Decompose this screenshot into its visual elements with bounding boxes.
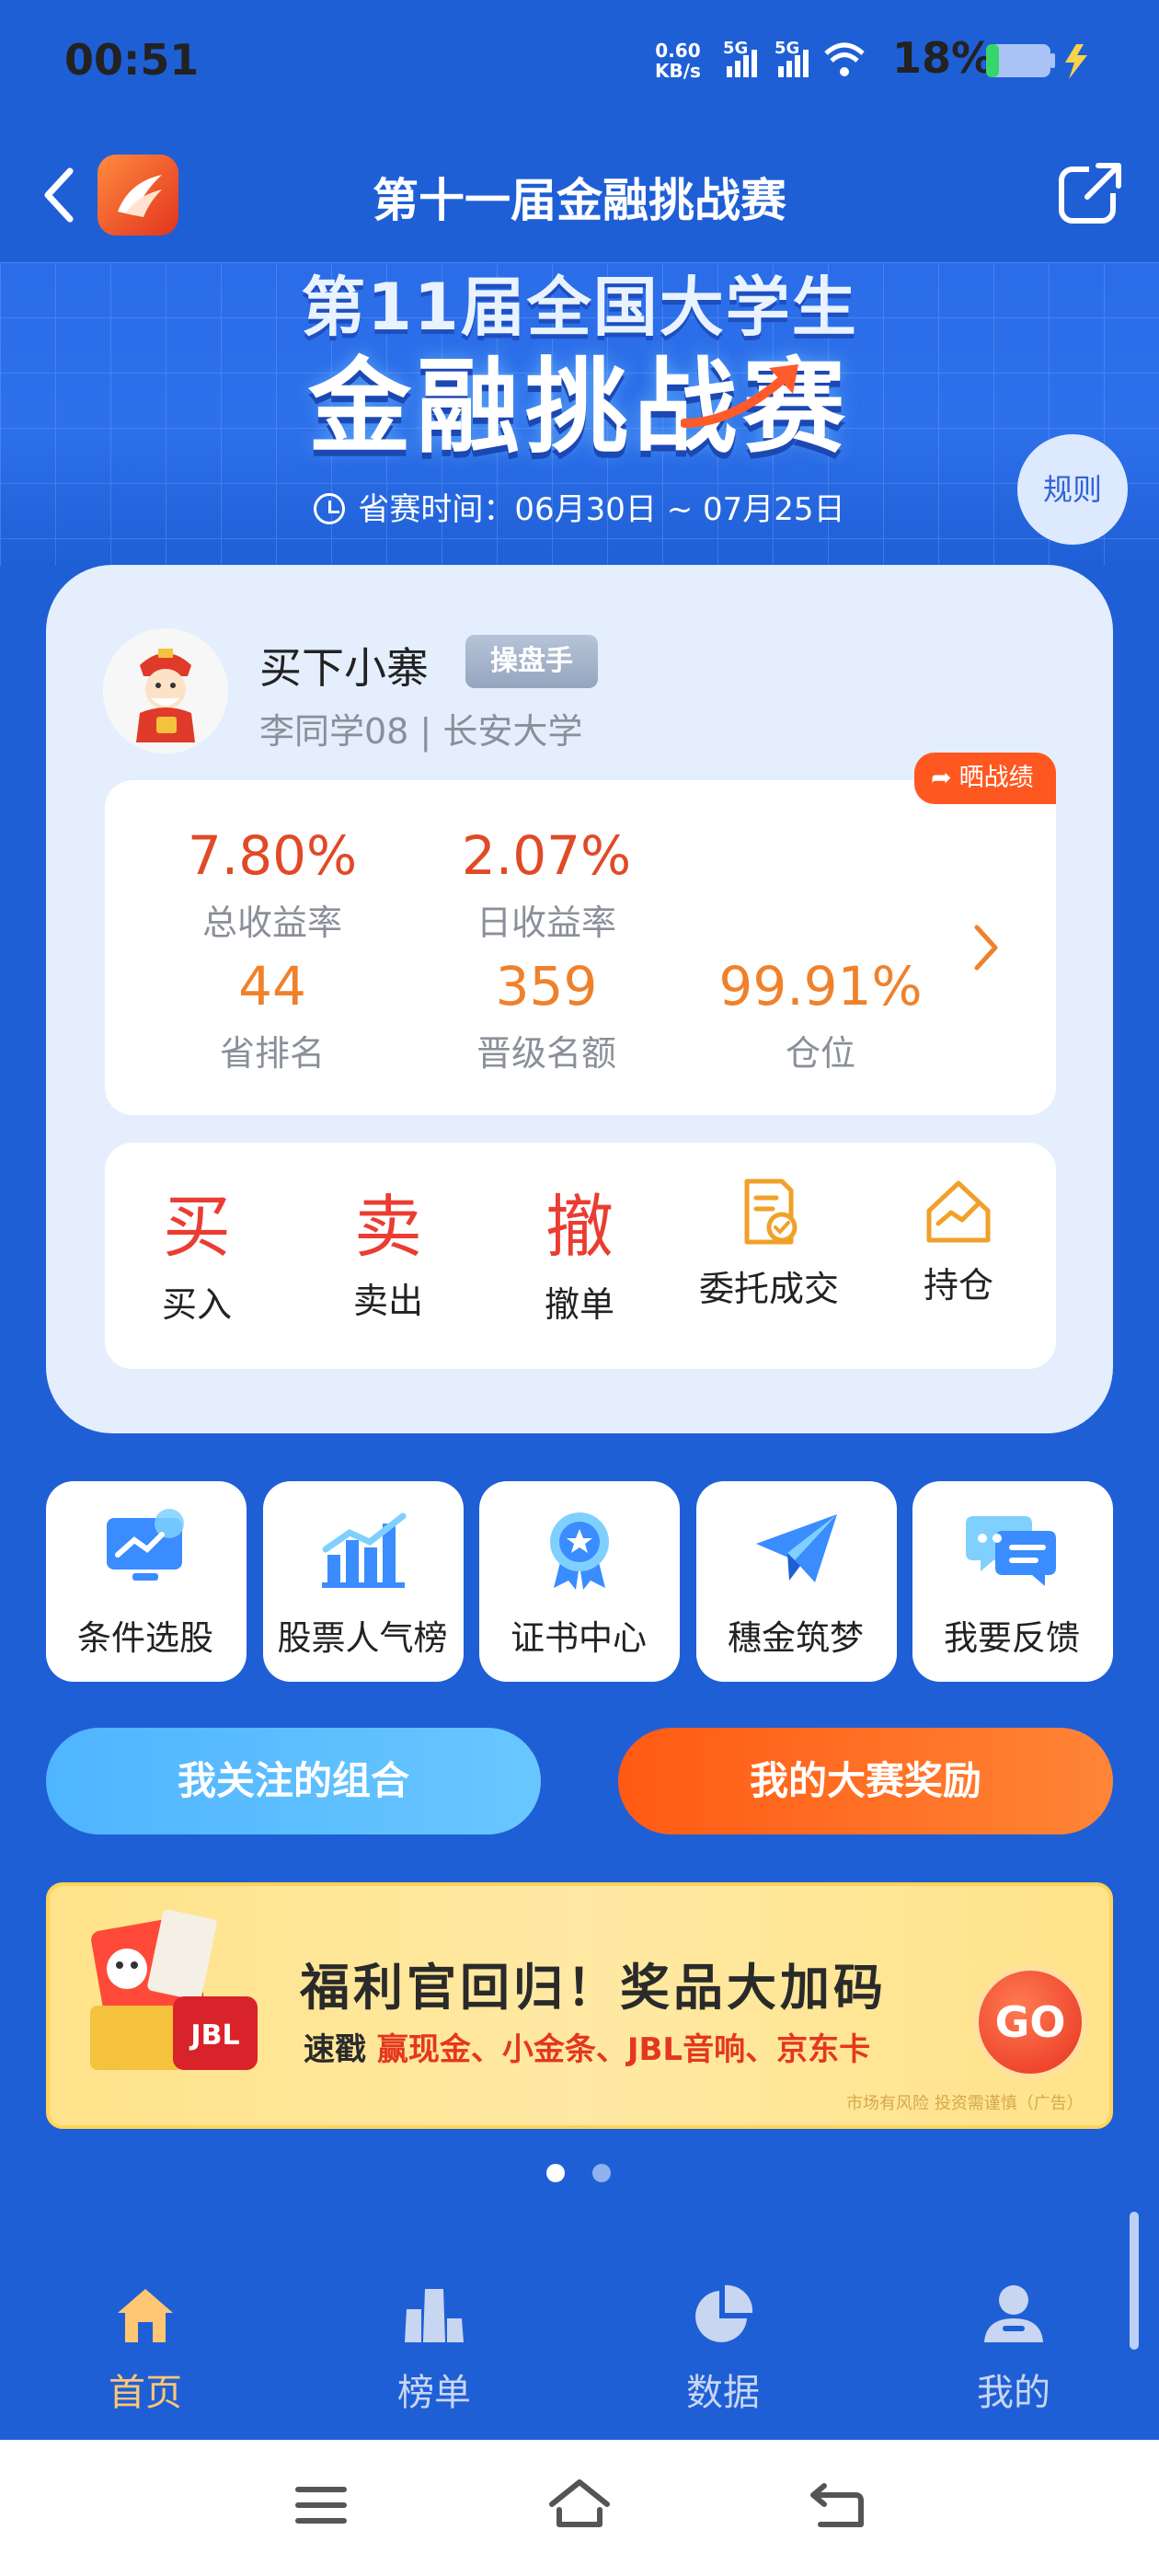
cancel-label: 撤单 xyxy=(544,1284,614,1325)
role-badge: 操盘手 xyxy=(465,635,598,688)
sell-button[interactable]: 卖 卖出 xyxy=(296,1172,480,1347)
carousel-dot[interactable] xyxy=(592,2164,611,2182)
home-nav-icon[interactable] xyxy=(546,2477,613,2532)
bar-chart-icon xyxy=(322,1512,407,1588)
user-school: 李同学08 | 长安大学 xyxy=(259,711,583,752)
orders-deals-label: 委托成交 xyxy=(698,1269,839,1309)
daily-return-value: 2.07% xyxy=(461,824,632,887)
total-return-value: 7.80% xyxy=(187,824,358,887)
tab-data-label: 数据 xyxy=(686,2372,760,2414)
clock-icon xyxy=(314,493,346,524)
network-speed: 0.60 KB/s xyxy=(655,40,701,82)
province-rank-label: 省排名 xyxy=(219,1033,325,1074)
medal-icon xyxy=(550,1512,609,1590)
positions-label: 持仓 xyxy=(923,1265,993,1305)
order-doc-icon xyxy=(744,1179,798,1245)
username: 买下小寨 xyxy=(259,643,429,693)
paper-plane-icon xyxy=(756,1514,837,1582)
tab-ranking-label: 榜单 xyxy=(397,2372,471,2414)
svg-text:JBL: JBL xyxy=(189,2019,239,2052)
svg-text:5G: 5G xyxy=(775,39,799,58)
position-label: 仓位 xyxy=(785,1033,855,1074)
tile-suijin-dream-label: 穗金筑梦 xyxy=(728,1618,864,1658)
tile-feedback-label: 我要反馈 xyxy=(944,1618,1080,1658)
cancel-icon: 撤 xyxy=(545,1188,614,1267)
promotion-quota-value: 359 xyxy=(495,955,598,1018)
tile-stock-popularity-label: 股票人气榜 xyxy=(277,1618,448,1658)
sell-icon: 卖 xyxy=(354,1188,422,1267)
page-title: 第十一届金融挑战赛 xyxy=(373,174,786,227)
ranking-icon xyxy=(405,2289,464,2342)
god-of-wealth-avatar-icon xyxy=(103,628,228,753)
positions-button[interactable]: 持仓 xyxy=(866,1172,1050,1347)
buy-icon: 买 xyxy=(163,1188,231,1267)
home-icon xyxy=(118,2289,173,2342)
buy-label: 买入 xyxy=(161,1284,232,1325)
battery-percent: 18% xyxy=(892,33,994,83)
tab-home-label: 首页 xyxy=(109,2372,182,2414)
scrollbar[interactable] xyxy=(1130,2212,1139,2350)
svg-text:5G: 5G xyxy=(723,39,748,58)
tile-certificate-center-label: 证书中心 xyxy=(511,1618,647,1658)
tile-condition-stock-picking-label: 条件选股 xyxy=(77,1618,213,1658)
tab-mine-label: 我的 xyxy=(977,2372,1050,2414)
sell-label: 卖出 xyxy=(352,1281,423,1321)
rules-button[interactable]: 规则 xyxy=(1017,434,1128,545)
daily-return-label: 日收益率 xyxy=(476,903,616,943)
total-return-label: 总收益率 xyxy=(201,903,342,943)
banner-title-line2: 金融挑战赛 xyxy=(308,348,851,467)
promotion-quota-label: 晋级名额 xyxy=(476,1033,616,1074)
back-nav-icon[interactable] xyxy=(808,2478,868,2532)
promo-title: 福利官回归！奖品大加码 xyxy=(300,1959,887,2017)
carousel-dot-active[interactable] xyxy=(546,2164,565,2182)
user-icon xyxy=(984,2285,1043,2342)
promo-risk-note: 市场有风险 投资需谨慎（广告） xyxy=(846,2094,1084,2113)
status-time: 00:51 xyxy=(64,35,200,85)
followed-portfolios-button[interactable]: 我关注的组合 xyxy=(46,1728,541,1834)
buy-button[interactable]: 买 买入 xyxy=(105,1172,289,1347)
chat-bubble-icon xyxy=(966,1516,1056,1586)
position-value: 99.91% xyxy=(718,955,923,1018)
share-icon[interactable] xyxy=(1056,158,1124,226)
cancel-order-button[interactable]: 撤 撤单 xyxy=(488,1172,671,1347)
banner-arrow-icon xyxy=(681,364,798,428)
share-results-button[interactable]: ➦ 晒战绩 xyxy=(914,753,1056,804)
my-rewards-button[interactable]: 我的大赛奖励 xyxy=(618,1728,1113,1834)
pie-chart-icon xyxy=(695,2284,753,2342)
avatar[interactable] xyxy=(103,628,228,753)
share-arrow-icon: ➦ xyxy=(931,764,952,792)
signal-icon: 5G 5G xyxy=(723,39,865,77)
province-rank-value: 44 xyxy=(238,955,306,1018)
orders-deals-button[interactable]: 委托成交 xyxy=(677,1172,861,1347)
battery-icon xyxy=(986,44,1087,79)
competition-time: 省赛时间：06月30日 ~ 07月25日 xyxy=(0,484,1159,529)
monitor-icon xyxy=(107,1509,184,1581)
promo-go-button[interactable]: GO xyxy=(973,1965,1087,2079)
menu-icon[interactable] xyxy=(293,2482,350,2528)
house-chart-icon xyxy=(926,1180,991,1243)
gift-bag-icon: JBL xyxy=(90,1909,258,2070)
promo-subtitle: 速戳 赢现金、小金条、JBL音响、京东卡 xyxy=(304,2031,871,2068)
chevron-right-icon[interactable] xyxy=(968,920,1004,975)
